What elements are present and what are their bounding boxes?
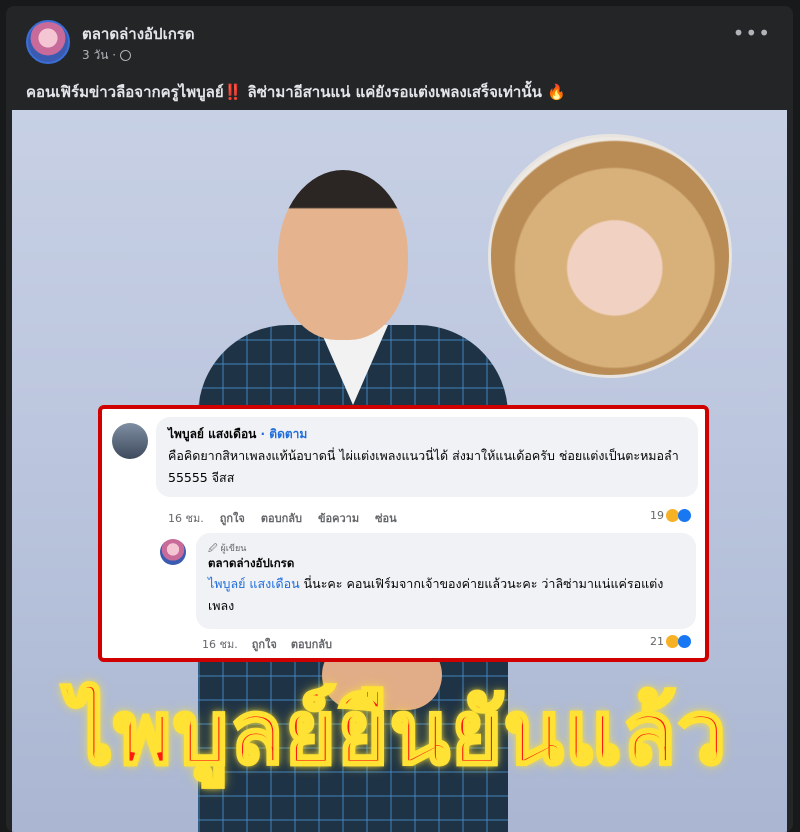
reply-actions: 16 ชม. ถูกใจ ตอบกลับ xyxy=(202,635,332,653)
post-image[interactable]: ไพบูลย์ แสงเดือน · ติดตาม คือคิดยากสิหาเ… xyxy=(12,110,787,832)
reply-reactions: 21 xyxy=(650,635,691,648)
comment-author: ไพบูลย์ แสงเดือน · ติดตาม xyxy=(168,425,307,444)
headline-overlay: ไพบูลย์ยืนยันแล้ว xyxy=(67,680,728,786)
woman-portrait-circle xyxy=(488,134,732,378)
post-meta: 3 วัน · xyxy=(82,46,132,65)
comment-bubble: ไพบูลย์ แสงเดือน · ติดตาม คือคิดยากสิหาเ… xyxy=(156,417,698,497)
man-face xyxy=(278,170,408,340)
commenter-avatar xyxy=(112,423,148,459)
reply-author-name: ตลาดล่างอัปเกรด xyxy=(208,556,295,570)
reply-reply: ตอบกลับ xyxy=(290,638,332,651)
comment-time: 16 ชม. xyxy=(168,512,204,525)
like-reaction-icon xyxy=(678,509,691,522)
reply-mention: ไพบูลย์ แสงเดือน xyxy=(208,576,300,591)
comment-author-name: ไพบูลย์ แสงเดือน xyxy=(168,427,257,441)
globe-icon xyxy=(120,50,132,61)
double-exclamation-icon: ‼️ xyxy=(223,83,243,101)
follow-link: · ติดตาม xyxy=(256,427,308,441)
post-card: ตลาดล่างอัปเกรด 3 วัน · ••• คอนเฟิร์มข่า… xyxy=(6,6,793,832)
reply-bubble: 🖉 ผู้เขียน ตลาดล่างอัปเกรด ไพบูลย์ แสงเด… xyxy=(196,533,696,629)
comment-actions: 16 ชม. ถูกใจ ตอบกลับ ข้อความ ซ่อน xyxy=(168,509,397,527)
reply-time: 16 ชม. xyxy=(202,638,238,651)
comment-reactions: 19 xyxy=(650,509,691,522)
fire-icon: 🔥 xyxy=(547,83,566,101)
post-time[interactable]: 3 วัน · xyxy=(82,46,116,65)
post-caption: คอนเฟิร์มข่าวลือจากครูไพบูลย์‼️ ลิซ่ามาอ… xyxy=(26,80,566,104)
reply-like: ถูกใจ xyxy=(251,638,277,651)
page-avatar[interactable] xyxy=(26,20,70,64)
page-name[interactable]: ตลาดล่างอัปเกรด xyxy=(82,22,195,46)
reply-avatar xyxy=(160,539,186,565)
more-options-icon[interactable]: ••• xyxy=(733,23,771,43)
like-reaction-icon xyxy=(678,635,691,648)
comment-like: ถูกใจ xyxy=(219,512,245,525)
caption-rest: ลิซ่ามาอีสานแน่ แค่ยังรอแต่งเพลงเสร็จเท่… xyxy=(242,83,542,101)
reply-reaction-count: 21 xyxy=(650,635,664,648)
comment-text: คือคิดยากสิหาเพลงแท้น้อบาดนี่ ไผ่แต่งเพล… xyxy=(168,448,679,485)
reaction-count: 19 xyxy=(650,509,664,522)
comment-message: ข้อความ xyxy=(317,512,360,525)
comment-screenshot-frame: ไพบูลย์ แสงเดือน · ติดตาม คือคิดยากสิหาเ… xyxy=(98,405,709,662)
comment-hide: ซ่อน xyxy=(375,512,397,525)
comment-reply: ตอบกลับ xyxy=(260,512,302,525)
caption-main: คอนเฟิร์มข่าวลือจากครูไพบูลย์ xyxy=(26,83,224,101)
reply-text: ไพบูลย์ แสงเดือน นี่นะคะ คอนเฟิร์มจากเจ้… xyxy=(208,573,688,617)
